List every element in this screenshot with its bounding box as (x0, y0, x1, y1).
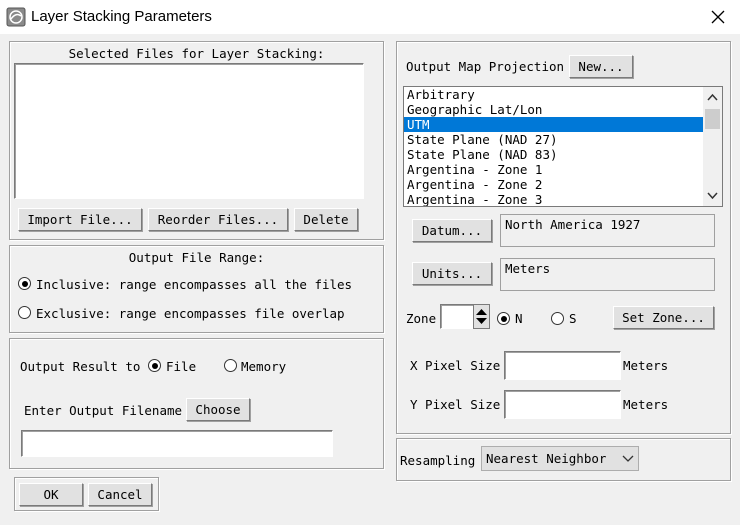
x-pixel-unit: Meters (623, 358, 669, 373)
window-title: Layer Stacking Parameters (31, 8, 212, 25)
projection-item[interactable]: UTM (404, 117, 722, 132)
x-pixel-size-label: X Pixel Size (410, 358, 501, 373)
output-filename-input[interactable] (21, 430, 333, 457)
projection-list[interactable]: Arbitrary Geographic Lat/Lon UTM State Plan… (403, 86, 723, 207)
import-file-button[interactable]: Import File... (18, 208, 142, 231)
close-button[interactable] (703, 3, 733, 31)
projection-items: Arbitrary Geographic Lat/Lon UTM State Plan… (404, 87, 722, 206)
units-value: Meters (500, 258, 715, 291)
cancel-button[interactable]: Cancel (88, 483, 152, 506)
zone-label: Zone (406, 311, 437, 326)
selected-files-label: Selected Files for Layer Stacking: (68, 46, 325, 61)
inclusive-radio[interactable] (18, 277, 31, 290)
projection-item[interactable]: State Plane (NAD 27) (404, 132, 722, 147)
zone-n-label[interactable]: N (515, 311, 523, 326)
radio-dot (151, 362, 158, 369)
radio-dot (21, 280, 28, 287)
set-zone-button[interactable]: Set Zone... (613, 306, 714, 329)
exclusive-radio[interactable] (18, 306, 31, 319)
output-result-label: Output Result to (20, 359, 141, 374)
selected-files-list[interactable] (14, 63, 364, 199)
output-filename-label: Enter Output Filename (24, 403, 183, 418)
resampling-select[interactable]: Nearest Neighbor (481, 446, 639, 471)
zone-s-radio[interactable] (551, 312, 564, 325)
units-button[interactable]: Units... (412, 262, 492, 285)
inclusive-label[interactable]: Inclusive: range encompasses all the fil… (36, 277, 352, 292)
file-radio-label[interactable]: File (166, 359, 196, 374)
projection-item[interactable]: State Plane (NAD 83) (404, 147, 722, 162)
projection-item[interactable]: Argentina - Zone 3 (404, 192, 722, 206)
new-projection-button[interactable]: New... (569, 55, 633, 78)
memory-radio[interactable] (224, 359, 237, 372)
exclusive-label[interactable]: Exclusive: range encompasses file overla… (36, 306, 345, 321)
radio-dot (500, 315, 507, 322)
y-pixel-size-label: Y Pixel Size (410, 397, 501, 412)
zone-input[interactable] (440, 304, 476, 329)
y-pixel-size-input[interactable] (504, 390, 621, 419)
output-range-label: Output File Range: (128, 250, 265, 265)
projection-item[interactable]: Geographic Lat/Lon (404, 102, 722, 117)
y-pixel-unit: Meters (623, 397, 669, 412)
scroll-thumb[interactable] (705, 109, 720, 129)
projection-item[interactable]: Arbitrary (404, 87, 722, 102)
x-pixel-size-input[interactable] (504, 351, 621, 380)
resampling-label: Resampling (400, 453, 476, 468)
projection-label: Output Map Projection (406, 59, 565, 74)
projection-scrollbar[interactable] (703, 87, 722, 206)
memory-radio-label[interactable]: Memory (241, 359, 286, 374)
spinner-arrows-icon (476, 309, 487, 324)
scroll-down-icon[interactable] (707, 192, 718, 200)
datum-button[interactable]: Datum... (412, 219, 492, 242)
file-radio[interactable] (148, 359, 161, 372)
zone-s-label[interactable]: S (569, 311, 577, 326)
ok-button[interactable]: OK (19, 483, 83, 506)
zone-n-radio[interactable] (497, 312, 510, 325)
chevron-down-icon (622, 455, 634, 462)
resampling-value: Nearest Neighbor (486, 451, 607, 466)
scroll-up-icon[interactable] (707, 93, 718, 101)
reorder-files-button[interactable]: Reorder Files... (148, 208, 288, 231)
datum-value: North America 1927 (500, 214, 715, 247)
delete-button[interactable]: Delete (294, 208, 358, 231)
choose-button[interactable]: Choose (186, 398, 250, 421)
projection-item[interactable]: Argentina - Zone 1 (404, 162, 722, 177)
zone-spinner[interactable] (473, 304, 490, 329)
close-icon (711, 10, 725, 24)
projection-item[interactable]: Argentina - Zone 2 (404, 177, 722, 192)
app-icon (6, 7, 26, 27)
